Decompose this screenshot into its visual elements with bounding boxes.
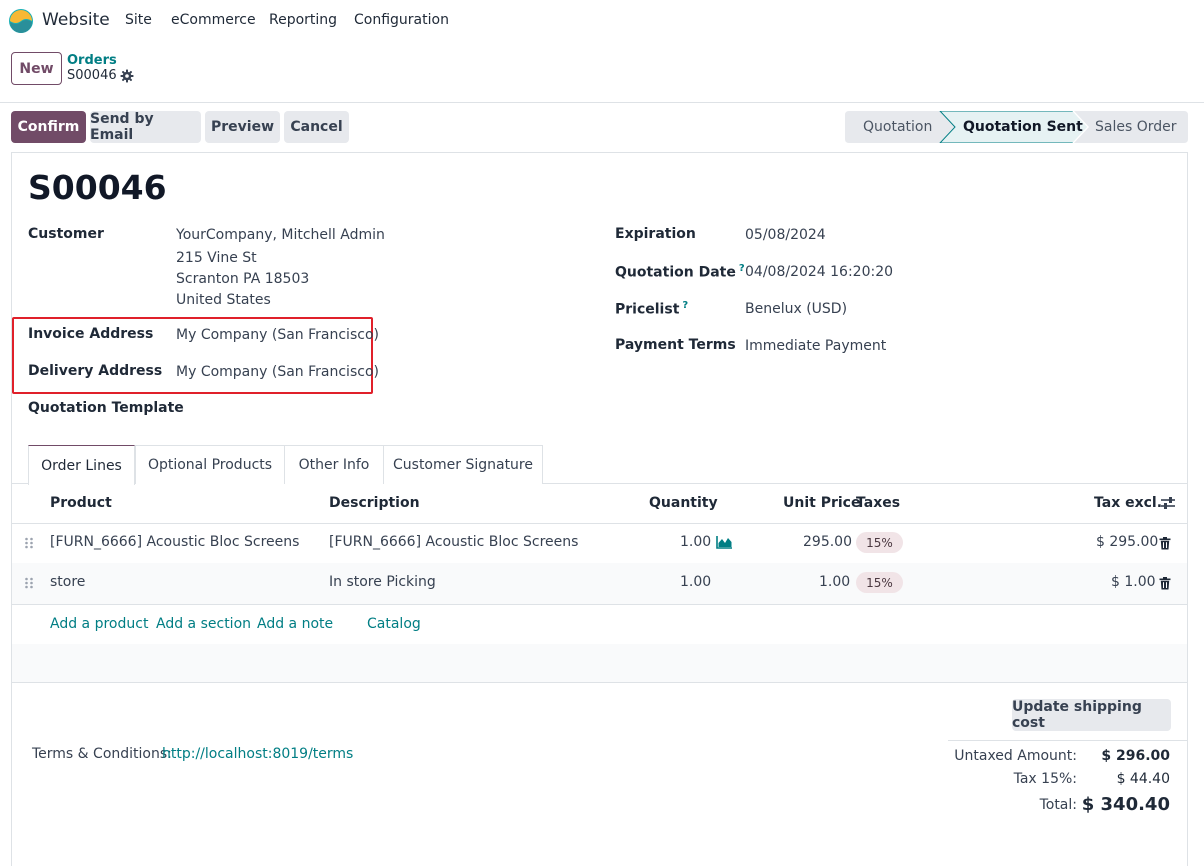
table-footer-band xyxy=(12,644,1187,682)
top-navbar: Website Site eCommerce Reporting Configu… xyxy=(0,0,1204,42)
drag-handle-icon[interactable] xyxy=(24,577,34,589)
tab-other-info[interactable]: Other Info xyxy=(284,445,384,484)
col-quantity[interactable]: Quantity xyxy=(649,495,718,511)
payment-terms-label: Payment Terms xyxy=(615,337,736,353)
quotation-date-field[interactable]: 04/08/2024 16:20:20 xyxy=(745,264,893,280)
row-product[interactable]: [FURN_6666] Acoustic Bloc Screens xyxy=(50,534,299,550)
row-subtotal: $ 295.00 xyxy=(1096,534,1159,550)
terms-link[interactable]: http://localhost:8019/terms xyxy=(162,746,353,762)
order-name: S00046 xyxy=(28,168,167,207)
customer-country: United States xyxy=(176,292,271,308)
status-quotation-sent[interactable]: Quotation Sent xyxy=(963,119,1083,135)
col-description[interactable]: Description xyxy=(329,495,420,511)
quotation-date-label-text: Quotation Date xyxy=(615,264,736,281)
cancel-button[interactable]: Cancel xyxy=(284,111,349,143)
tab-customer-signature[interactable]: Customer Signature xyxy=(383,445,543,484)
delivery-address-label: Delivery Address xyxy=(28,363,163,379)
customer-label: Customer xyxy=(28,226,104,242)
col-unit-price[interactable]: Unit Price xyxy=(783,495,860,511)
help-icon[interactable]: ? xyxy=(739,263,745,274)
totals-divider xyxy=(948,740,1188,741)
row-unit-price[interactable]: 295.00 xyxy=(803,534,852,550)
row-stripe xyxy=(12,563,1187,604)
add-product-link[interactable]: Add a product xyxy=(50,616,148,632)
terms-label: Terms & Conditions: xyxy=(32,746,172,762)
customer-street: 215 Vine St xyxy=(176,250,257,266)
new-button[interactable]: New xyxy=(11,52,62,85)
row-unit-price[interactable]: 1.00 xyxy=(819,574,850,590)
row-divider xyxy=(12,682,1187,683)
col-tax-excl[interactable]: Tax excl. xyxy=(1094,495,1162,511)
drag-handle-icon[interactable] xyxy=(24,537,34,549)
pricelist-field[interactable]: Benelux (USD) xyxy=(745,301,847,317)
tab-optional-products[interactable]: Optional Products xyxy=(135,445,285,484)
col-taxes[interactable]: Taxes xyxy=(856,495,900,511)
tax-badge[interactable]: 15% xyxy=(856,532,903,553)
preview-button[interactable]: Preview xyxy=(205,111,280,143)
header-divider xyxy=(0,102,1204,103)
total-value: $ 340.40 xyxy=(1081,794,1170,815)
app-name[interactable]: Website xyxy=(42,10,110,30)
payment-terms-field[interactable]: Immediate Payment xyxy=(745,338,886,354)
pricelist-label: Pricelist? xyxy=(615,300,688,318)
update-shipping-cost-button[interactable]: Update shipping cost xyxy=(1012,699,1171,731)
row-subtotal: $ 1.00 xyxy=(1111,574,1156,590)
row-quantity[interactable]: 1.00 xyxy=(680,534,711,550)
row-quantity[interactable]: 1.00 xyxy=(680,574,711,590)
quotation-date-label: Quotation Date? xyxy=(615,263,745,281)
pricelist-label-text: Pricelist xyxy=(615,301,680,318)
row-description[interactable]: [FURN_6666] Acoustic Bloc Screens xyxy=(329,534,578,550)
customer-city: Scranton PA 18503 xyxy=(176,271,310,287)
menu-site[interactable]: Site xyxy=(125,12,152,28)
trash-icon[interactable] xyxy=(1159,577,1171,590)
tab-order-lines[interactable]: Order Lines xyxy=(28,445,135,485)
delivery-address-field[interactable]: My Company (San Francisco) xyxy=(176,364,379,380)
untaxed-amount-value: $ 296.00 xyxy=(1101,748,1170,764)
add-section-link[interactable]: Add a section xyxy=(156,616,251,632)
untaxed-amount-label: Untaxed Amount: xyxy=(954,748,1077,764)
expiration-field[interactable]: 05/08/2024 xyxy=(745,227,826,243)
col-product[interactable]: Product xyxy=(50,495,112,511)
status-sales-order[interactable]: Sales Order xyxy=(1095,119,1177,135)
tax-value: $ 44.40 xyxy=(1116,771,1170,787)
trash-icon[interactable] xyxy=(1159,537,1171,550)
row-divider xyxy=(12,604,1187,605)
menu-ecommerce[interactable]: eCommerce xyxy=(171,12,256,28)
row-product[interactable]: store xyxy=(50,574,85,590)
expiration-label: Expiration xyxy=(615,226,696,242)
website-app-icon[interactable] xyxy=(8,8,34,34)
menu-configuration[interactable]: Configuration xyxy=(354,12,449,28)
breadcrumb-orders[interactable]: Orders xyxy=(67,53,117,68)
tax-badge[interactable]: 15% xyxy=(856,572,903,593)
invoice-address-field[interactable]: My Company (San Francisco) xyxy=(176,327,379,343)
customer-name[interactable]: YourCompany, Mitchell Admin xyxy=(176,227,385,243)
catalog-link[interactable]: Catalog xyxy=(367,616,421,632)
confirm-button[interactable]: Confirm xyxy=(11,111,86,143)
invoice-address-label: Invoice Address xyxy=(28,326,154,342)
row-description[interactable]: In store Picking xyxy=(329,574,436,590)
breadcrumb-current: S00046 xyxy=(67,68,117,83)
status-quotation[interactable]: Quotation xyxy=(863,119,932,135)
forecast-chart-icon[interactable] xyxy=(716,535,733,549)
header-divider-line xyxy=(12,523,1187,524)
status-bar: Quotation Quotation Sent Sales Order xyxy=(845,111,1188,143)
tax-label: Tax 15%: xyxy=(1013,771,1077,787)
gear-icon[interactable] xyxy=(120,69,134,83)
help-icon[interactable]: ? xyxy=(682,300,688,311)
add-note-link[interactable]: Add a note xyxy=(257,616,333,632)
menu-reporting[interactable]: Reporting xyxy=(269,12,337,28)
send-by-email-button[interactable]: Send by Email xyxy=(90,111,201,143)
column-settings-icon[interactable] xyxy=(1160,496,1176,510)
quotation-template-label: Quotation Template xyxy=(28,400,184,416)
